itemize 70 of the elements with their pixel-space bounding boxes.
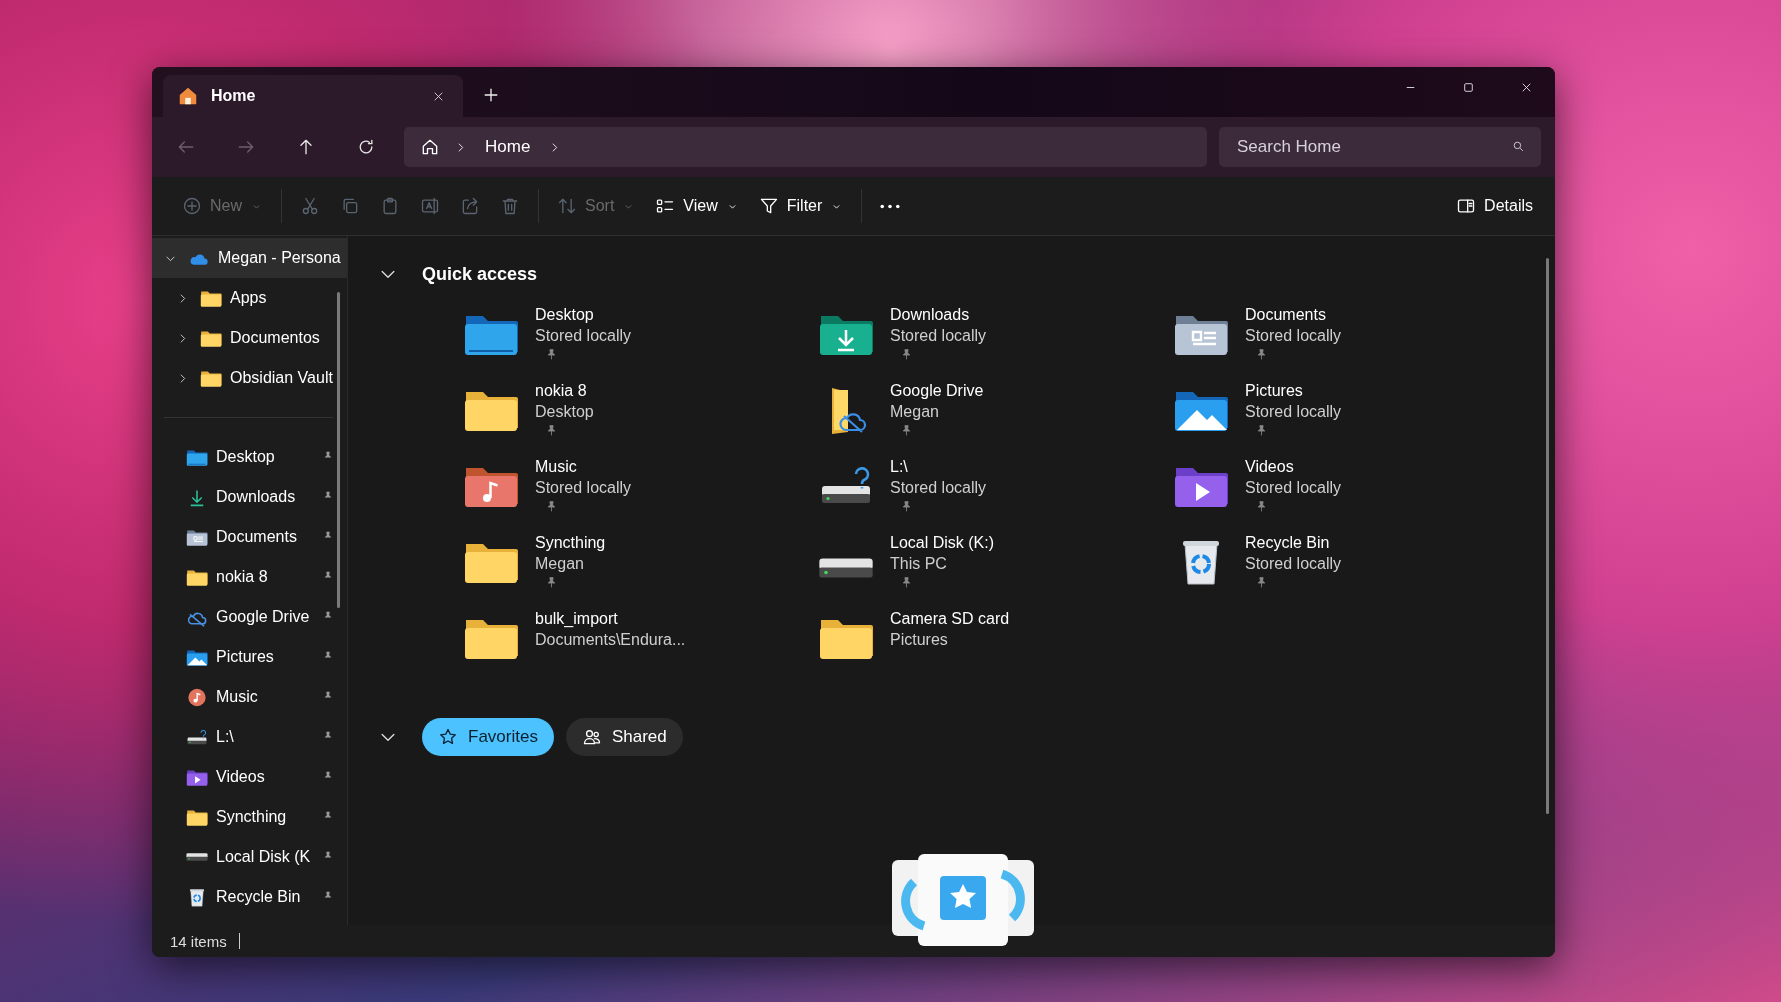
address-bar[interactable]: Home xyxy=(404,127,1207,167)
desktop-folder-icon xyxy=(186,447,208,467)
sidebar-item[interactable]: Megan - Persona xyxy=(152,238,347,278)
scrollbar-thumb[interactable] xyxy=(337,292,340,608)
folder-item[interactable]: Local Disk (K:) This PC xyxy=(818,528,1173,604)
folder-item[interactable]: Syncthing Megan xyxy=(463,528,818,604)
breadcrumb[interactable]: Home xyxy=(481,137,535,157)
folder-item[interactable]: Documents Stored locally xyxy=(1173,300,1528,376)
search-field[interactable]: Search Home xyxy=(1219,127,1541,167)
folder-item[interactable]: nokia 8 Desktop xyxy=(463,376,818,452)
folder-item[interactable]: Desktop Stored locally xyxy=(463,300,818,376)
tab[interactable]: Home xyxy=(163,75,463,117)
folder-icon xyxy=(200,288,222,308)
sidebar-item[interactable]: Documents xyxy=(152,517,347,557)
item-count: 14 items xyxy=(170,932,227,950)
people-icon xyxy=(581,727,602,747)
folder-item[interactable]: Pictures Stored locally xyxy=(1173,376,1528,452)
sidebar-item[interactable]: Recycle Bin xyxy=(152,877,347,917)
folder-item[interactable]: Downloads Stored locally xyxy=(818,300,1173,376)
filter-chip[interactable]: Shared xyxy=(565,718,683,756)
sidebar-item[interactable]: Google Drive xyxy=(152,597,347,637)
filter-icon xyxy=(758,196,779,216)
folder-item[interactable]: Camera SD card Pictures xyxy=(818,604,1173,680)
scrollbar-thumb[interactable] xyxy=(1546,258,1549,814)
drive-question-icon xyxy=(186,727,208,747)
video-folder-icon xyxy=(186,767,208,787)
pictures-folder-icon xyxy=(186,647,208,667)
sort-icon xyxy=(557,196,577,216)
folder-item[interactable]: Videos Stored locally xyxy=(1173,452,1528,528)
drive-icon xyxy=(818,558,874,578)
view-button[interactable]: View xyxy=(645,186,749,226)
trash-icon xyxy=(500,196,520,216)
maximize-icon xyxy=(1461,81,1475,94)
filter-chip[interactable]: Favorites xyxy=(422,718,554,756)
sidebar-item[interactable]: Obsidian Vault xyxy=(152,358,347,398)
sidebar-item[interactable]: Videos xyxy=(152,757,347,797)
sidebar-item[interactable]: Downloads xyxy=(152,477,347,517)
home-icon xyxy=(420,137,440,157)
share-icon xyxy=(460,196,480,216)
folder-icon xyxy=(186,567,208,587)
sidebar-item[interactable]: Documentos xyxy=(152,318,347,358)
more-icon xyxy=(880,203,901,209)
search-icon xyxy=(1512,140,1525,153)
filter-button[interactable]: Filter xyxy=(748,186,854,226)
folder-item[interactable]: Google Drive Megan xyxy=(818,376,1173,452)
documents-folder-icon xyxy=(186,527,208,547)
rename-icon xyxy=(420,196,440,216)
details-button[interactable]: Details xyxy=(1446,186,1543,226)
sidebar-item[interactable]: Syncthing xyxy=(152,797,347,837)
music-icon xyxy=(186,687,208,707)
folder-item[interactable]: L:\ Stored locally xyxy=(818,452,1173,528)
sidebar-item[interactable]: Local Disk (K xyxy=(152,837,347,877)
folder-item[interactable]: bulk_import Documents\Endura... xyxy=(463,604,818,680)
add-icon xyxy=(182,196,202,216)
folder-icon xyxy=(200,328,222,348)
sidebar-item[interactable]: nokia 8 xyxy=(152,557,347,597)
scissors-icon xyxy=(300,196,320,216)
folder-item[interactable]: Music Stored locally xyxy=(463,452,818,528)
folder-icon xyxy=(200,368,222,388)
sidebar-item[interactable]: Music xyxy=(152,677,347,717)
star-icon xyxy=(438,727,458,747)
sidebar-item[interactable]: Apps xyxy=(152,278,347,318)
home-icon xyxy=(177,85,199,107)
drive-icon xyxy=(186,853,208,861)
folder-item[interactable]: Recycle Bin Stored locally xyxy=(1173,528,1528,604)
sidebar-item[interactable]: Desktop xyxy=(152,437,347,477)
folder-icon xyxy=(186,807,208,827)
sidebar-item[interactable]: L:\ xyxy=(152,717,347,757)
sidebar-item[interactable]: Pictures xyxy=(152,637,347,677)
section-title: Quick access xyxy=(422,263,538,285)
